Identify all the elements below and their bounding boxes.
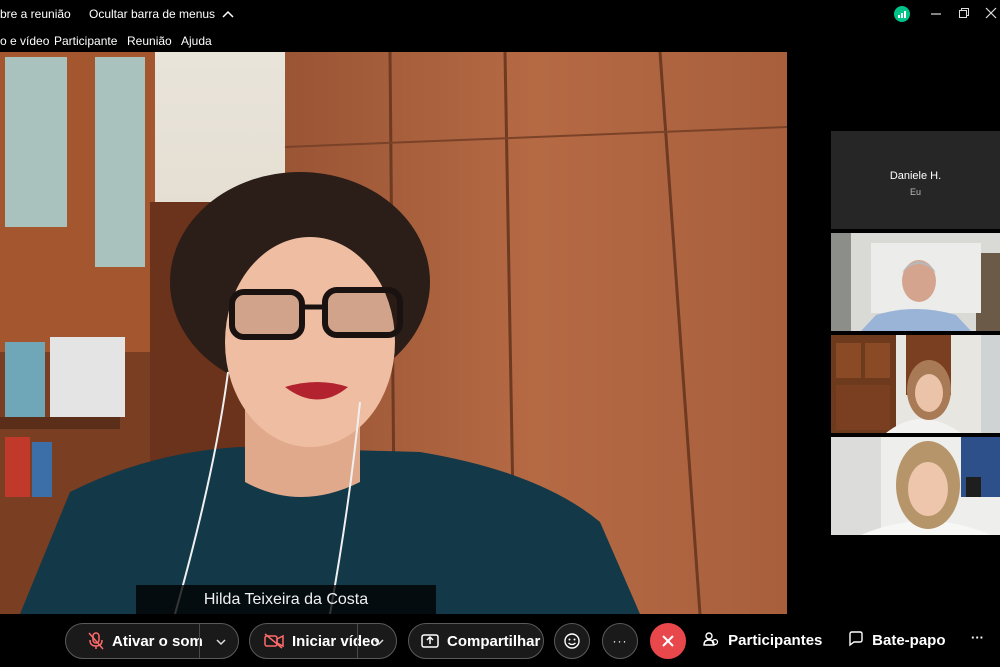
participants-icon [703, 632, 719, 646]
chat-icon [849, 631, 863, 647]
title-bar: bre a reunião Ocultar barra de menus [0, 0, 1000, 28]
participants-button[interactable]: Participantes [703, 631, 822, 649]
unmute-button[interactable]: Ativar o som [65, 623, 239, 659]
participant-tile-3[interactable] [831, 335, 1000, 433]
speaker-name-label: Hilda Teixeira da Costa [136, 585, 436, 614]
minimize-icon[interactable] [930, 8, 942, 20]
meeting-info-label[interactable]: bre a reunião [0, 7, 71, 21]
start-video-button[interactable]: Iniciar vídeo [249, 623, 397, 659]
share-button[interactable]: Compartilhar [408, 623, 544, 659]
chevron-up-icon [222, 10, 234, 18]
participant-name: Daniele H. [889, 170, 942, 182]
overflow-icon: ··· [971, 630, 984, 645]
participant-video [831, 233, 1000, 331]
chat-button[interactable]: Bate-papo [848, 631, 946, 649]
divider [357, 624, 358, 658]
menu-meeting[interactable]: Reunião [127, 34, 172, 48]
start-video-label: Iniciar vídeo [292, 632, 380, 650]
divider [199, 624, 200, 658]
end-meeting-button[interactable] [650, 623, 686, 659]
hide-menu-bar-button[interactable]: Ocultar barra de menus [89, 7, 234, 21]
overflow-menu-button[interactable]: ··· [971, 630, 984, 645]
emoji-icon [564, 633, 580, 649]
meeting-control-bar: Ativar o som Iniciar vídeo Compartilhar [0, 614, 1000, 667]
hide-menu-label: Ocultar barra de menus [89, 7, 216, 21]
reactions-button[interactable] [554, 623, 590, 659]
share-screen-icon [421, 634, 439, 648]
menu-help[interactable]: Ajuda [181, 34, 212, 48]
participant-video [831, 437, 1000, 535]
speaker-video-frame [0, 52, 787, 614]
close-icon [662, 635, 674, 647]
participant-self-tag: Eu [909, 187, 921, 197]
share-label: Compartilhar [447, 632, 541, 650]
connection-status-icon[interactable] [894, 6, 910, 22]
participant-video [831, 335, 1000, 433]
menu-bar: o e vídeo Participante Reunião Ajuda [0, 28, 1000, 52]
chevron-down-icon[interactable] [374, 638, 384, 646]
participant-tile-2[interactable] [831, 233, 1000, 331]
restore-icon[interactable] [958, 7, 970, 19]
participant-tile-self[interactable]: Daniele H. Eu [831, 131, 1000, 229]
video-off-icon [264, 633, 284, 649]
mic-muted-icon [88, 632, 104, 650]
menu-participant[interactable]: Participante [54, 34, 117, 48]
close-icon[interactable] [985, 7, 997, 19]
chat-label: Bate-papo [872, 632, 946, 649]
main-speaker-video[interactable] [0, 52, 787, 614]
menu-audio-video[interactable]: o e vídeo [0, 34, 49, 48]
more-icon: ··· [612, 634, 628, 648]
participants-label: Participantes [728, 632, 823, 649]
unmute-label: Ativar o som [112, 632, 203, 650]
more-options-button[interactable]: ··· [602, 623, 638, 659]
participant-tile-4[interactable] [831, 437, 1000, 535]
chevron-down-icon[interactable] [216, 638, 226, 646]
